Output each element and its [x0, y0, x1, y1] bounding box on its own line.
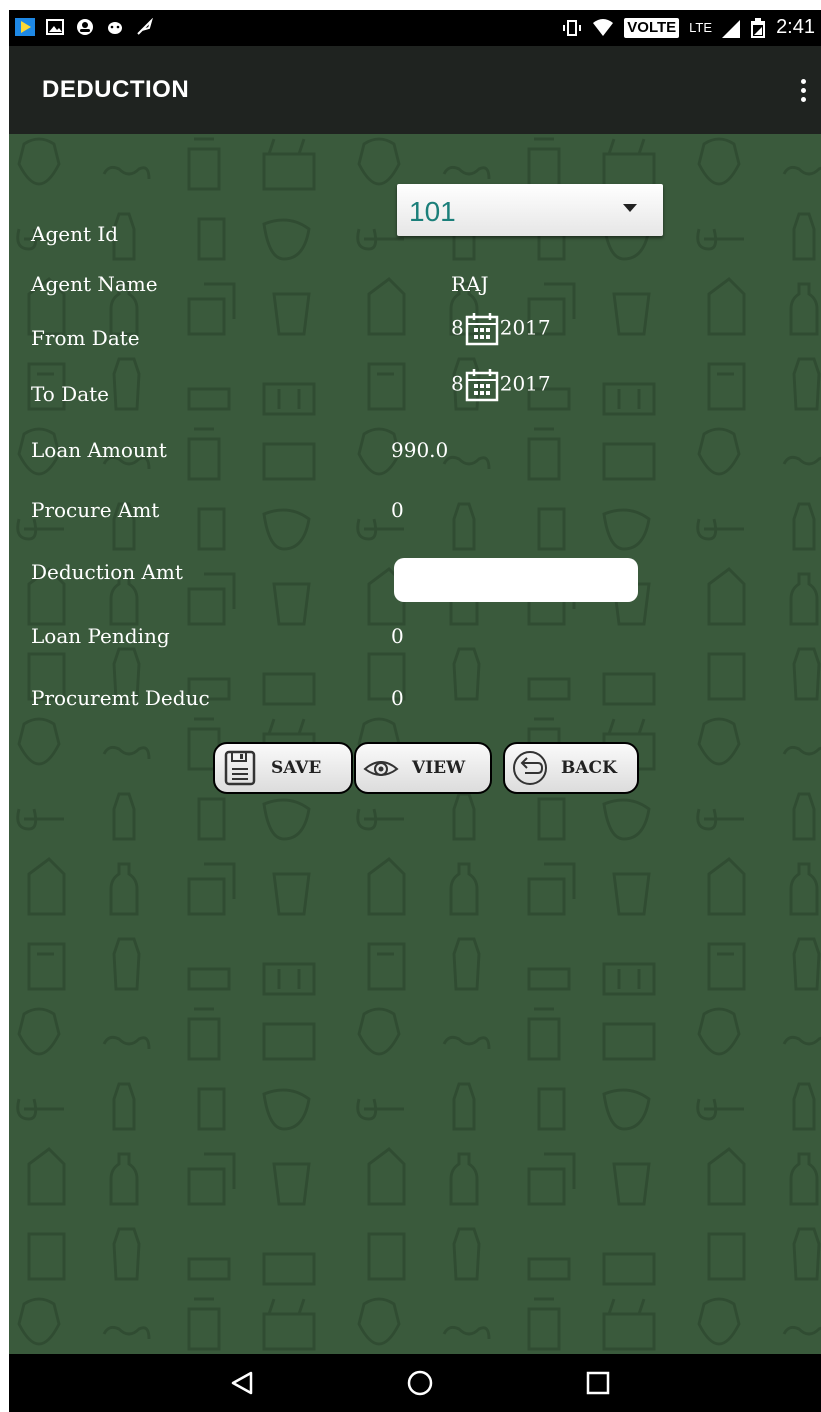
clock: 2:41: [776, 16, 815, 38]
deduction-amt-input[interactable]: [394, 558, 638, 602]
back-button-label: BACK: [561, 758, 617, 778]
agent-id-dropdown[interactable]: 101: [397, 184, 663, 236]
status-bar: VOLTE LTE 2:41: [9, 10, 821, 46]
android-bot-icon: [108, 22, 122, 34]
app-bar: DEDUCTION: [9, 46, 821, 134]
calendar-icon[interactable]: [465, 312, 499, 346]
to-date-label: To Date: [31, 382, 110, 406]
save-button[interactable]: SAVE: [213, 742, 353, 794]
vibrate-icon: [563, 19, 582, 36]
loan-amount-label: Loan Amount: [31, 438, 167, 462]
recents-nav-icon[interactable]: [583, 1368, 613, 1398]
loan-pending-value: 0: [391, 624, 404, 648]
save-icon: [224, 750, 256, 786]
image-icon: [46, 19, 64, 35]
loan-pending-label: Loan Pending: [31, 624, 170, 648]
page-title: DEDUCTION: [42, 76, 190, 103]
procuremt-deduc-label: Procuremt Deduc: [31, 686, 210, 710]
from-date-value[interactable]: 8 2017: [451, 312, 551, 346]
overflow-menu-icon[interactable]: [793, 70, 813, 110]
from-date-day: 8: [451, 315, 464, 340]
wifi-icon: [593, 18, 614, 36]
back-button[interactable]: BACK: [503, 742, 639, 794]
system-nav-bar: [9, 1354, 821, 1412]
agent-name-value: RAJ: [451, 272, 489, 296]
back-arrow-icon: [513, 751, 547, 785]
signal-icon: [722, 19, 741, 38]
chevron-down-icon: [623, 204, 637, 212]
view-button-label: VIEW: [412, 758, 466, 778]
content-area: Agent Id 101 Agent Name RAJ From Date 8 2…: [9, 134, 821, 1354]
to-date-day: 8: [451, 371, 464, 396]
account-icon: [77, 19, 93, 35]
to-date-value[interactable]: 8 2017: [451, 368, 551, 402]
eye-icon: [363, 761, 399, 776]
agent-name-label: Agent Name: [31, 272, 158, 296]
loan-amount-value: 990.0: [391, 438, 449, 462]
procure-amt-label: Procure Amt: [31, 498, 160, 522]
system-status: VOLTE LTE 2:41: [562, 16, 815, 39]
notification-icons: [15, 18, 155, 36]
procure-amt-value: 0: [391, 498, 404, 522]
from-date-label: From Date: [31, 326, 140, 350]
view-button[interactable]: VIEW: [354, 742, 492, 794]
agent-id-selected: 101: [409, 196, 456, 227]
save-button-label: SAVE: [271, 758, 322, 778]
volte-badge: VOLTE: [624, 17, 680, 38]
lte-label: LTE: [689, 20, 713, 35]
back-nav-icon[interactable]: [227, 1368, 257, 1398]
deduction-amt-label: Deduction Amt: [31, 560, 183, 584]
home-nav-icon[interactable]: [405, 1368, 435, 1398]
play-store-icon: [15, 18, 35, 36]
procuremt-deduc-value: 0: [391, 686, 404, 710]
feather-icon: [137, 18, 153, 35]
agent-id-label: Agent Id: [31, 222, 119, 246]
calendar-icon[interactable]: [465, 368, 499, 402]
to-date-year: 2017: [499, 371, 551, 396]
from-date-year: 2017: [499, 315, 551, 340]
battery-icon: [751, 17, 766, 38]
